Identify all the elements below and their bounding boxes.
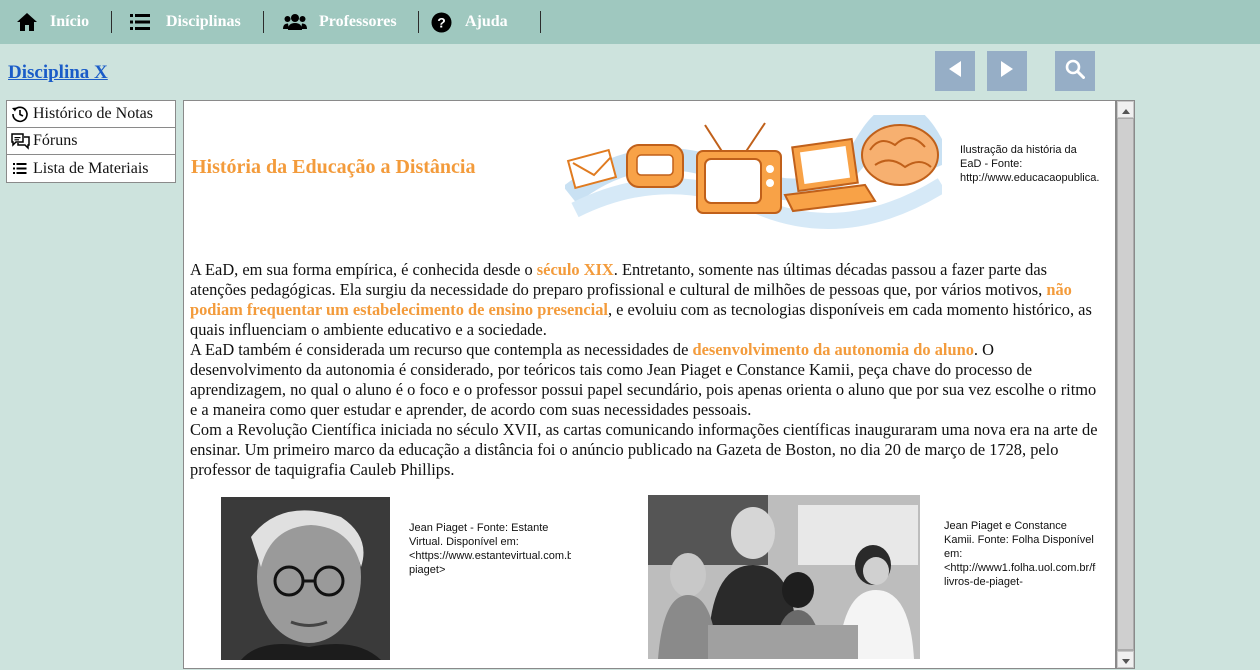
figure3-caption: Jean Piaget e Constance Kamii. Fonte: Fo…	[944, 520, 1096, 588]
list-icon	[130, 13, 150, 31]
home-icon	[16, 12, 38, 32]
nav-item-label: Ajuda	[465, 13, 508, 30]
top-nav-bar: Início Disciplinas Professores ? Ajuda	[0, 0, 1260, 44]
nav-divider	[418, 11, 419, 33]
nav-divider	[540, 11, 541, 33]
nav-divider	[111, 11, 112, 33]
side-item-label: Fóruns	[33, 132, 78, 149]
scroll-down-button[interactable]	[1117, 651, 1134, 668]
scrollbar-thumb[interactable]	[1118, 119, 1133, 649]
prev-arrow-icon	[947, 60, 963, 83]
nav-item-disciplinas[interactable]: Disciplinas	[130, 0, 241, 44]
nav-item-label: Início	[50, 13, 90, 30]
next-button[interactable]	[987, 51, 1027, 91]
paragraph-text: A EaD também é considerada um recurso qu…	[190, 340, 693, 359]
content-panel: História da Educação a Distância Ilustra…	[183, 100, 1116, 669]
scroll-up-button[interactable]	[1117, 101, 1134, 118]
photo-piaget-kamii	[648, 495, 920, 659]
side-item-lista-de-materiais[interactable]: Lista de Materiais	[7, 155, 175, 182]
prev-button[interactable]	[935, 51, 975, 91]
history-icon	[10, 104, 30, 124]
side-item-historico-de-notas[interactable]: Histórico de Notas	[7, 101, 175, 128]
highlight-text: século XIX	[536, 260, 614, 279]
content-scrollbar[interactable]	[1116, 100, 1135, 669]
media-history-illustration	[563, 103, 953, 233]
side-item-label: Lista de Materiais	[33, 159, 149, 177]
nav-item-professores[interactable]: Professores	[283, 0, 397, 44]
next-arrow-icon	[999, 60, 1015, 83]
paragraph-text: Com a Revolução Científica iniciada no s…	[190, 420, 1098, 479]
side-menu: Histórico de Notas Fóruns Lista de Mater…	[6, 100, 176, 183]
search-icon	[1065, 59, 1085, 84]
forum-icon	[10, 131, 30, 151]
help-icon: ?	[431, 12, 452, 33]
nav-divider	[263, 11, 264, 33]
side-item-label: Histórico de Notas	[33, 105, 153, 122]
list-icon	[10, 159, 30, 179]
scroll-up-arrow-icon	[1121, 101, 1130, 119]
nav-item-label: Professores	[319, 13, 397, 30]
figure2-caption: Jean Piaget - Fonte: Estante Virtual. Di…	[409, 522, 571, 576]
side-item-foruns[interactable]: Fóruns	[7, 128, 175, 155]
nav-item-ajuda[interactable]: ? Ajuda	[431, 0, 508, 44]
photo-jean-piaget	[221, 497, 390, 660]
nav-item-inicio[interactable]: Início	[16, 0, 89, 44]
content-title: História da Educação a Distância	[191, 156, 476, 178]
paragraph-text: A EaD, em sua forma empírica, é conhecid…	[190, 260, 537, 279]
svg-text:?: ?	[437, 14, 446, 30]
page-title-link[interactable]: Disciplina X	[8, 62, 108, 84]
highlight-text: desenvolvimento da autonomia do aluno	[692, 340, 974, 359]
nav-item-label: Disciplinas	[166, 13, 241, 30]
figure1-caption: Ilustração da história da EaD - Fonte: h…	[960, 144, 1100, 184]
article-body: A EaD, em sua forma empírica, é conhecid…	[190, 260, 1105, 480]
scroll-down-arrow-icon	[1121, 651, 1130, 669]
search-button[interactable]	[1055, 51, 1095, 91]
users-icon	[283, 13, 307, 31]
